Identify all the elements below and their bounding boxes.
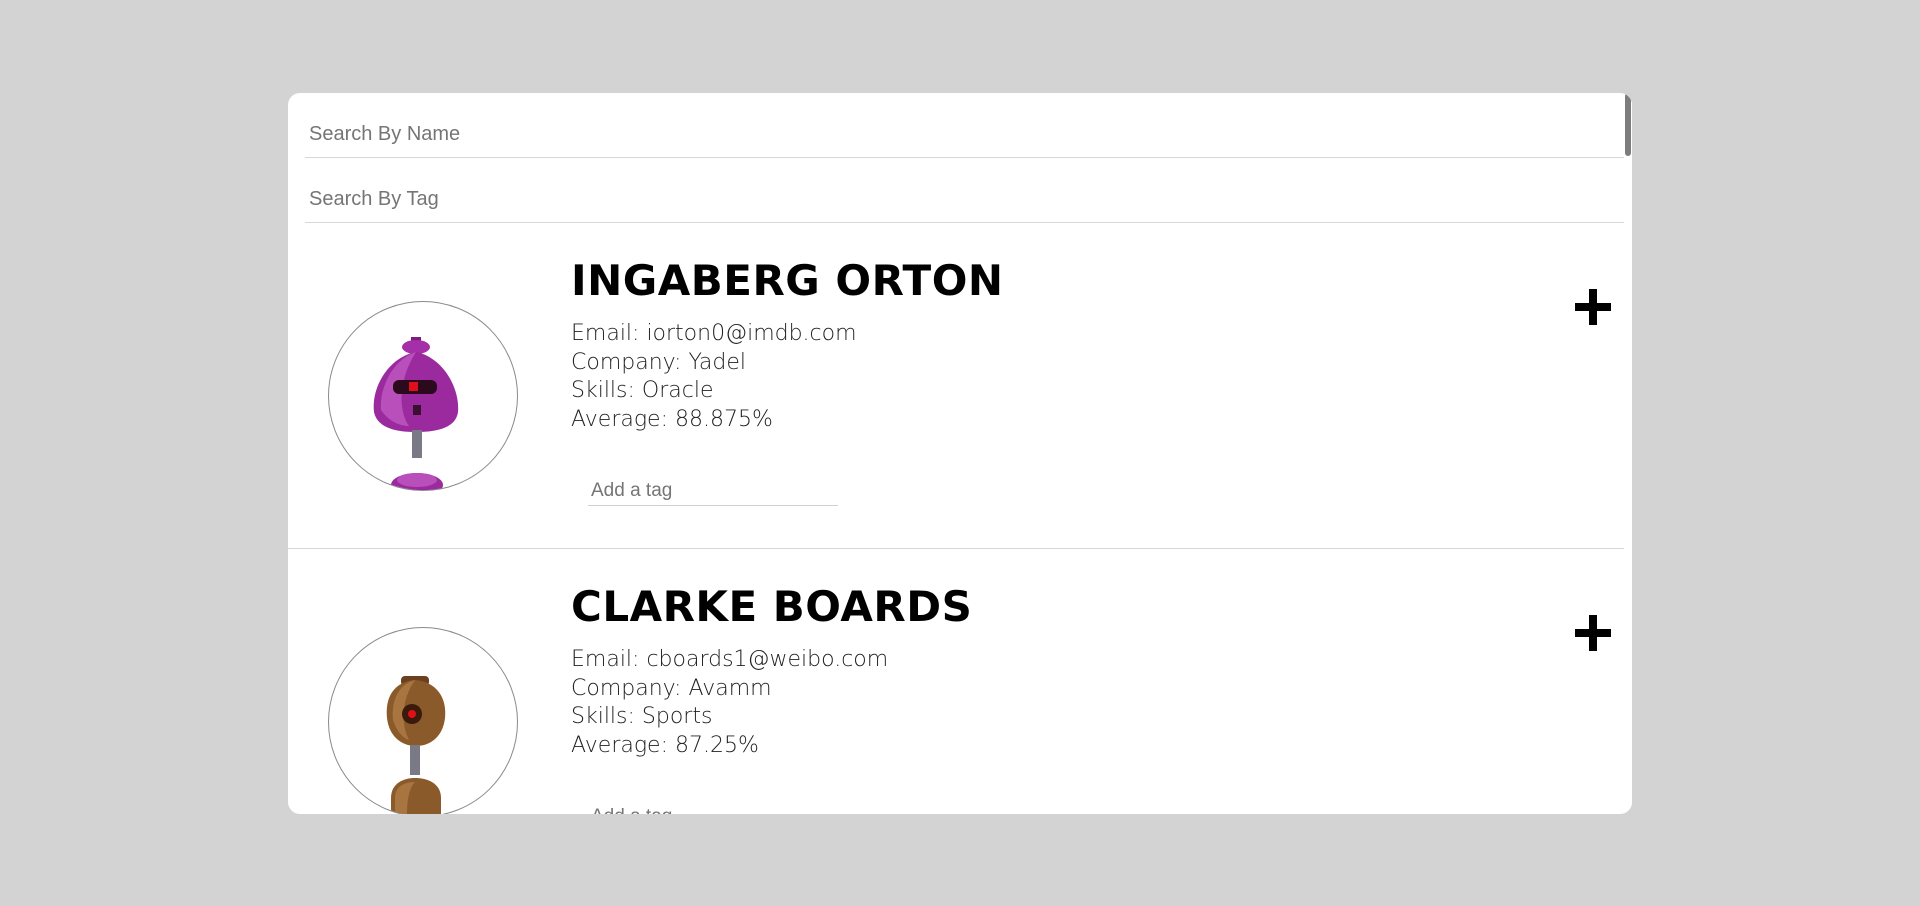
student-card: INGABERG ORTON Email: iorton0@imdb.com C…	[288, 223, 1625, 549]
student-average: Average: 87.25%	[571, 732, 759, 758]
expand-grades-button[interactable]	[1571, 611, 1615, 655]
student-avatar	[328, 627, 518, 814]
student-skill: Skills: Sports	[571, 704, 713, 729]
students-card: INGABERG ORTON Email: iorton0@imdb.com C…	[288, 93, 1632, 814]
student-skill: Skills: Oracle	[571, 378, 714, 403]
add-tag-input[interactable]	[588, 476, 838, 506]
student-name: INGABERG ORTON	[571, 256, 1004, 305]
student-avatar	[328, 301, 518, 491]
student-info: CLARKE BOARDS Email: cboards1@weibo.com …	[571, 582, 972, 814]
students-scroll-area[interactable]: INGABERG ORTON Email: iorton0@imdb.com C…	[288, 93, 1626, 814]
add-tag-input[interactable]	[588, 802, 838, 814]
search-by-name-input[interactable]	[305, 93, 1624, 158]
student-email: Email: iorton0@imdb.com	[571, 321, 857, 346]
student-card: CLARKE BOARDS Email: cboards1@weibo.com …	[288, 549, 1625, 814]
expand-grades-button[interactable]	[1571, 285, 1615, 329]
student-info: INGABERG ORTON Email: iorton0@imdb.com C…	[571, 256, 1004, 506]
student-company: Company: Avamm	[571, 675, 772, 701]
scrollbar[interactable]	[1624, 93, 1632, 814]
student-email: Email: cboards1@weibo.com	[571, 647, 889, 672]
student-name: CLARKE BOARDS	[571, 582, 973, 631]
scrollbar-thumb[interactable]	[1625, 93, 1631, 156]
robot-avatar-icon	[373, 337, 459, 490]
student-company: Company: Yadel	[571, 349, 746, 375]
robot-avatar-icon	[386, 676, 446, 814]
search-by-tag-input[interactable]	[305, 158, 1624, 223]
student-average: Average: 88.875%	[571, 406, 773, 432]
